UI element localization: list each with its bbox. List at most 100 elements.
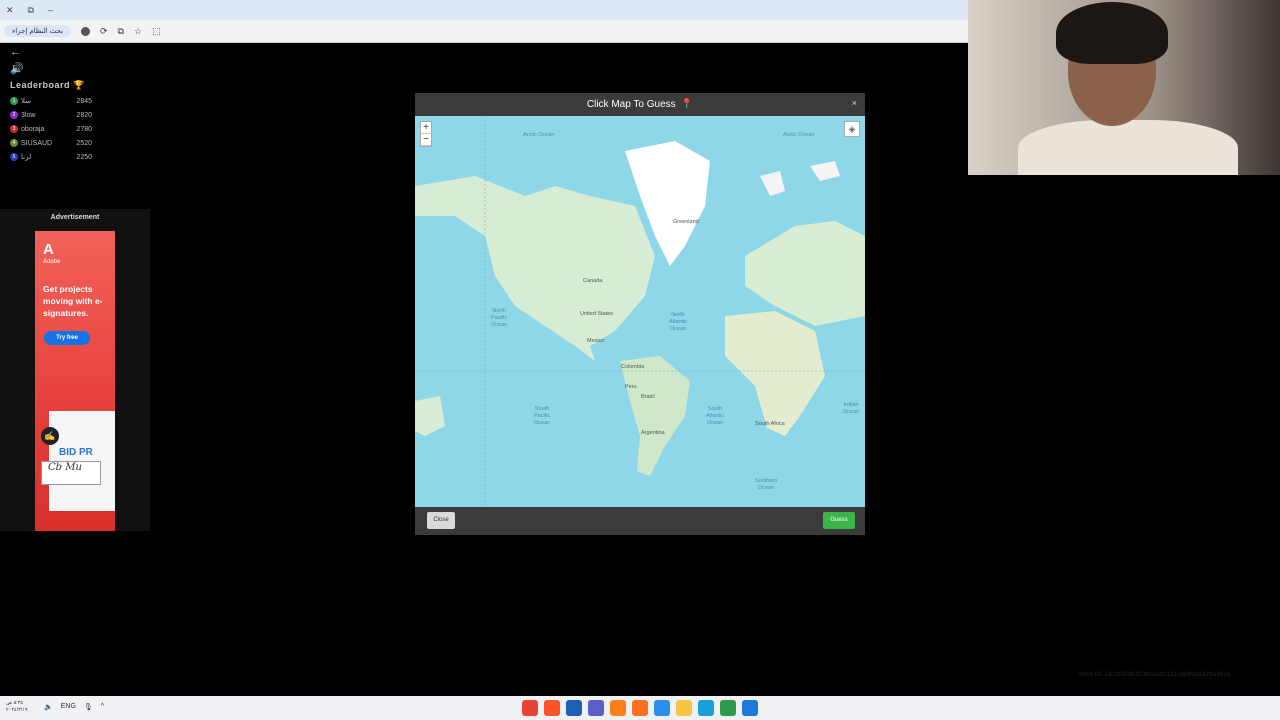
folder-icon[interactable] xyxy=(676,700,692,716)
zoom-out-button[interactable]: − xyxy=(421,134,431,146)
chrome-icon[interactable] xyxy=(522,700,538,716)
label-brasil: Brasil xyxy=(641,394,655,400)
share-icon[interactable]: ⧉ xyxy=(118,26,124,37)
windows-icon[interactable] xyxy=(742,700,758,716)
clock-time: ٥:٣٥ ص xyxy=(6,700,23,706)
ad-cta-button[interactable]: Try free xyxy=(44,331,90,345)
browser-titlebar: ✕ ⧉ – xyxy=(0,0,968,20)
teams-icon[interactable] xyxy=(588,700,604,716)
clock[interactable]: ٥:٣٥ ص ٢٠٢٤/٣/١٩ xyxy=(6,700,28,714)
rank-badge: 3 xyxy=(10,125,18,133)
clock-date: ٢٠٢٤/٣/١٩ xyxy=(6,707,28,713)
world-map[interactable]: Arctic Ocean Arctic Ocean Greenland Cana… xyxy=(415,116,865,507)
zoom-in-button[interactable]: + xyxy=(421,122,431,134)
vscode-icon[interactable] xyxy=(654,700,670,716)
store-icon[interactable] xyxy=(566,700,582,716)
chevron-up-icon[interactable]: ^ xyxy=(101,703,104,711)
player-score: 2845 xyxy=(76,97,92,105)
illustrator-icon[interactable] xyxy=(610,700,626,716)
speaker-icon[interactable]: 🔈 xyxy=(44,703,53,711)
rank-badge: 2 xyxy=(10,111,18,119)
leaderboard-player: 5 لزنا xyxy=(10,153,31,161)
adobe-logo-icon: A xyxy=(43,241,54,258)
extension-icon[interactable]: ⬚ xyxy=(152,26,161,37)
account-icon[interactable] xyxy=(81,26,90,36)
modal-close-icon[interactable]: × xyxy=(852,98,857,108)
label-north-atlantic: North Atlantic Ocean xyxy=(669,312,688,332)
label-canada: Canada xyxy=(583,278,603,284)
refresh-icon[interactable]: ⟳ xyxy=(100,26,108,37)
taskbar-apps xyxy=(522,700,758,716)
leaderboard-row: 3 oboraja 2780 xyxy=(10,122,92,136)
trophy-icon: 🏆 xyxy=(73,80,85,90)
north-america-land xyxy=(415,176,655,361)
ad-banner[interactable]: A Adobe Get projects moving with e-signa… xyxy=(35,231,115,531)
ad-doc-text: BID PR xyxy=(59,447,93,458)
label-indian-ocean: Indian Ocean xyxy=(843,402,860,415)
leaderboard-rows: 1 سلا 2845 2 3low 2820 3 oboraja 2780 4 SIUSAUD 252… xyxy=(10,94,92,164)
label-arctic-ocean-e: Arctic Ocean xyxy=(783,132,815,138)
leaderboard-player: 4 SIUSAUD xyxy=(10,139,52,147)
pen-icon: ✍ xyxy=(41,427,59,445)
close-window-icon[interactable]: ✕ xyxy=(6,5,14,16)
rank-badge: 4 xyxy=(10,139,18,147)
restore-window-icon[interactable]: ⧉ xyxy=(28,5,34,16)
star-icon[interactable]: ☆ xyxy=(134,26,142,37)
player-name: سلا xyxy=(21,98,32,105)
leaderboard-title-text: Leaderboard xyxy=(10,80,71,90)
label-south-atlantic: South Atlantic Ocean xyxy=(706,406,725,426)
leaderboard-row: 4 SIUSAUD 2520 xyxy=(10,136,92,150)
player-name: oboraja xyxy=(21,125,45,133)
player-name: 3low xyxy=(21,111,36,119)
label-south-africa: South Africa xyxy=(755,421,785,427)
webcam-overlay xyxy=(968,0,1280,175)
player-name: SIUSAUD xyxy=(21,139,53,147)
profile-chip[interactable]: بحث النظام إجراء xyxy=(4,25,71,37)
africa-land xyxy=(725,311,825,436)
label-colombia: Colombia xyxy=(621,364,645,370)
label-southern-ocean: Southern Ocean xyxy=(755,478,778,491)
leaderboard-row: 1 سلا 2845 xyxy=(10,94,92,108)
layers-icon[interactable]: ◈ xyxy=(844,121,860,137)
europe-land xyxy=(745,221,865,326)
label-argentina: Argentina xyxy=(641,430,665,436)
screen: ✕ ⧉ – بحث النظام إجراء ⟳ ⧉ ☆ ⬚ ← 🔊 Leade… xyxy=(0,0,1280,720)
label-united-states: United States xyxy=(580,311,614,317)
svalbard-land xyxy=(760,171,785,196)
ad-header: Advertisement xyxy=(50,214,100,221)
map-pin-icon: 📍 xyxy=(680,99,694,110)
zoom-control: + − xyxy=(420,121,432,147)
edge-icon[interactable] xyxy=(698,700,714,716)
player-score: 2250 xyxy=(76,153,92,161)
ad-brand: Adobe xyxy=(43,259,61,265)
modal-footer: Close Guess xyxy=(415,507,865,535)
leaderboard-player: 2 3low xyxy=(10,111,35,119)
minimize-window-icon[interactable]: – xyxy=(48,5,53,15)
player-name: لزنا xyxy=(21,154,32,161)
ad-panel: Advertisement A Adobe Get projects movin… xyxy=(0,209,150,531)
sound-icon[interactable]: 🔊 xyxy=(10,62,24,75)
player-score: 2820 xyxy=(76,111,92,119)
label-arctic-ocean-w: Arctic Ocean xyxy=(523,132,555,138)
back-arrow-icon[interactable]: ← xyxy=(10,46,21,58)
mic-icon[interactable]: 🎙 xyxy=(84,703,93,711)
firefox-icon[interactable] xyxy=(632,700,648,716)
oceania-land xyxy=(415,396,445,436)
close-button[interactable]: Close xyxy=(427,512,455,529)
webcam-person-shirt xyxy=(1018,120,1238,175)
browser-toolbar: بحث النظام إجراء ⟳ ⧉ ☆ ⬚ xyxy=(0,20,968,43)
leaderboard-row: 5 لزنا 2250 xyxy=(10,150,92,164)
label-north-pacific: North Pacific Ocean xyxy=(491,308,508,328)
russia-arctic-land xyxy=(810,161,840,181)
language-indicator[interactable]: ENG xyxy=(61,703,76,711)
brave-icon[interactable] xyxy=(544,700,560,716)
rank-badge: 1 xyxy=(10,97,18,105)
leaderboard-row: 2 3low 2820 xyxy=(10,108,92,122)
chrome-dev-icon[interactable] xyxy=(720,700,736,716)
guess-button[interactable]: Guess xyxy=(823,512,855,529)
webcam-person-hair xyxy=(1056,2,1168,64)
south-america-land xyxy=(620,356,690,476)
system-tray: 🔈 ENG 🎙 ^ xyxy=(44,703,104,711)
label-peru: Peru xyxy=(625,384,637,390)
ad-signature: Cb Mu xyxy=(41,461,101,485)
